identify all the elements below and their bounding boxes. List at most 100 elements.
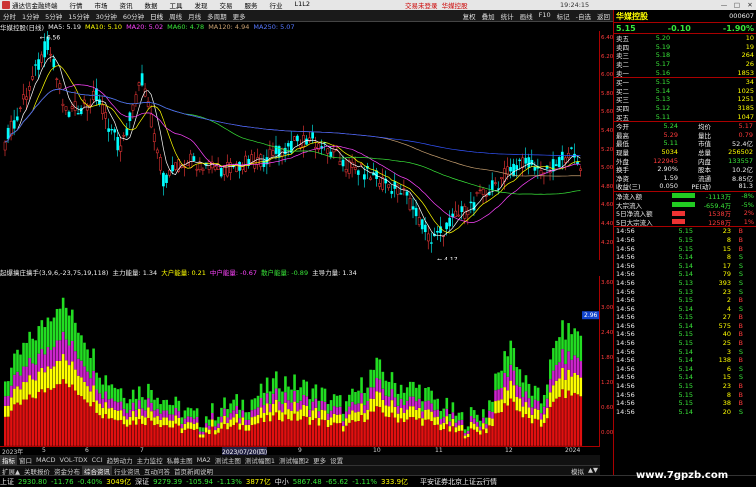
trade-price: 5.14 [678,261,693,270]
bottom-tab[interactable]: 互动问答 [142,466,172,476]
timeframe-tab[interactable]: 60分钟 [120,11,147,21]
indicator-tab[interactable]: 指标 [0,455,17,465]
energy-bar [208,429,211,435]
trade-time: 14:56 [616,270,635,279]
energy-bar [290,420,293,446]
energy-bar [125,413,129,420]
chart-tool-button[interactable]: 复权 [460,11,479,21]
menu-item[interactable]: 行情 [70,0,83,10]
indicator-tab[interactable]: MA2 [195,456,213,464]
energy-bar [469,407,473,417]
energy-bar [150,411,153,421]
energy-bar [363,413,366,423]
menu-item[interactable]: 行业 [270,0,283,10]
bid-row[interactable]: 买五 5.11 1047 [614,112,756,122]
bottom-tab[interactable]: 行业资讯 [112,466,142,476]
bottom-tab[interactable]: 资金分布 [52,466,82,476]
energy-bar [107,408,111,419]
kline-chart[interactable]: ← 6.56 ← 4.17 [0,31,600,260]
chart-tool-button[interactable]: 返回 [594,11,613,21]
energy-bar [326,427,330,446]
menu-item[interactable]: 资讯 [120,0,133,10]
maximize-button[interactable]: □ [731,0,743,10]
bottom-tab[interactable]: 关联报价 [22,466,52,476]
trade-row: 14:56 5.14 8 S [614,253,756,262]
indicator-tab[interactable]: 窗口 [17,455,34,465]
timeframe-tab[interactable]: 日线 [147,11,166,21]
chart-tool-button[interactable]: F10 [536,11,554,21]
energy-bar [433,410,436,418]
trade-price: 5.14 [678,347,693,356]
indicator-tab[interactable]: 私募主图 [165,455,195,465]
flow-pct: -5% [741,200,754,209]
energy-bar [475,414,479,422]
indicator-tab[interactable]: 设置 [328,455,345,465]
energy-bar [539,403,543,414]
energy-bar [274,388,278,400]
indicator-tab[interactable]: 测试幅图2 [277,455,311,465]
energy-bar [561,367,564,390]
chart-tool-button[interactable]: 统计 [498,11,517,21]
chart-tool-button[interactable]: 标记 [554,11,573,21]
chart-tool-button[interactable]: 叠加 [479,11,498,21]
bottom-tool-button[interactable]: 模拟 [569,466,586,476]
timeframe-tab[interactable]: 分时 [0,11,19,21]
indicator-tab[interactable]: 趋势动力 [105,455,135,465]
bottom-tab[interactable]: 综合资讯 [82,465,112,476]
login-status-link[interactable]: 交易未登录 华媒控股 [405,0,468,10]
chart-tool-button[interactable]: -自选 [573,11,594,21]
candle-body [3,141,7,151]
chart-tool-button[interactable]: 画线 [517,11,536,21]
trade-price: 5.14 [678,253,693,262]
ma-line [4,56,581,237]
trade-volume: 8 [726,253,731,262]
candle-body [338,161,342,166]
index-name[interactable]: 深证 [135,477,149,487]
index-name[interactable]: 上证 [0,477,14,487]
energy-bar [381,388,385,400]
energy-bar [195,408,199,417]
indicator-tab[interactable]: 更多 [311,455,328,465]
menu-item[interactable]: 数据 [145,0,158,10]
indicator-tab[interactable]: 主力监控 [135,455,165,465]
trade-price: 5.15 [678,244,693,253]
energy-bar [287,386,290,401]
energy-bar [539,413,543,420]
menu-item[interactable]: 发现 [195,0,208,10]
energy-bar [37,353,41,372]
bottom-tool-button[interactable]: ▲▼ [586,466,600,476]
bottom-tab[interactable]: 扩展▲ [0,466,22,476]
energy-bar [378,392,382,407]
indicator-tab[interactable]: CCI [90,456,105,464]
energy-bar [479,430,482,435]
timeframe-tab[interactable]: 月线 [185,11,204,21]
timeframe-tab[interactable]: 更多 [230,11,249,21]
timeframe-tab[interactable]: 多周期 [204,11,230,21]
index-name[interactable]: 中小 [275,477,289,487]
timeframe-tab[interactable]: 周线 [166,11,185,21]
indicator-chart[interactable]: 2.96 [0,276,600,446]
timeframe-tab[interactable]: 1分钟 [19,11,42,21]
timeframe-tab[interactable]: 30分钟 [93,11,120,21]
energy-bar [494,413,497,446]
energy-bar [131,420,135,446]
menu-item[interactable]: L1L2 [295,0,311,10]
indicator-tab[interactable]: MACD [34,456,57,464]
menu-item[interactable]: 服务 [245,0,258,10]
energy-bar [183,429,187,446]
menu-item[interactable]: 交易 [220,0,233,10]
indicator-tab[interactable]: 测试主图 [213,455,243,465]
close-button[interactable]: ✕ [744,0,756,10]
menu-item[interactable]: 市场 [95,0,108,10]
timeframe-tab[interactable]: 15分钟 [65,11,92,21]
indicator-tab[interactable]: 测试幅图1 [243,455,277,465]
indicator-tab[interactable]: VOL-TDX [57,456,89,464]
minimize-button[interactable]: — [718,0,730,10]
bottom-tab[interactable]: 首页新闻说明 [172,466,215,476]
energy-bar [147,398,150,408]
candle-body [420,219,424,230]
timeframe-tab[interactable]: 5分钟 [42,11,65,21]
candle-body [58,83,62,89]
ask-row[interactable]: 卖一 5.16 1853 [614,68,756,78]
menu-item[interactable]: 工具 [170,0,183,10]
